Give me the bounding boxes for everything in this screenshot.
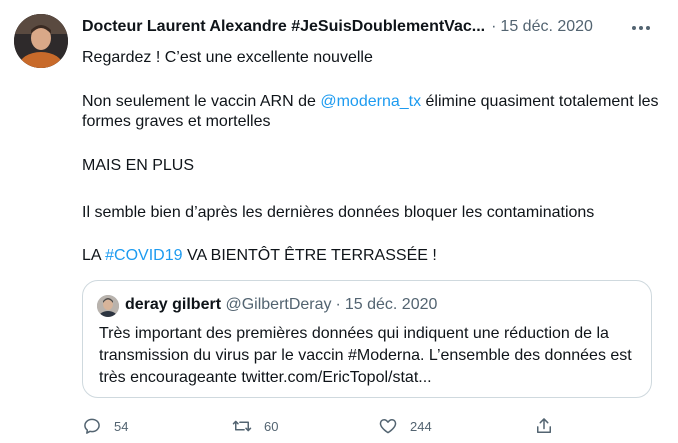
tweet-line: Regardez ! C’est une excellente nouvelle	[82, 49, 373, 66]
author-name[interactable]: Docteur Laurent Alexandre #JeSuisDoublem…	[82, 18, 485, 35]
like-button[interactable]: 244	[378, 414, 432, 438]
tweet-header: Docteur Laurent Alexandre #JeSuisDoublem…	[82, 18, 662, 42]
reply-button[interactable]: 54	[82, 414, 128, 438]
share-icon	[537, 418, 551, 433]
quoted-author-handle: @GilbertDeray	[225, 296, 332, 313]
more-icon[interactable]	[626, 16, 656, 40]
author-avatar[interactable]	[14, 14, 68, 68]
tweet-text-segment: LA	[82, 247, 106, 264]
quoted-author-avatar	[97, 295, 119, 317]
retweet-button[interactable]: 60	[232, 414, 278, 438]
tweet-line: MAIS EN PLUS	[82, 157, 195, 174]
quoted-tweet-header: deray gilbert @GilbertDeray · 15 déc. 2020	[125, 296, 437, 314]
tweet-date[interactable]: 15 déc. 2020	[500, 18, 593, 35]
quoted-tweet[interactable]: deray gilbert @GilbertDeray · 15 déc. 2020…	[82, 280, 652, 398]
tweet-line: Il semble bien d’après les dernières don…	[82, 204, 595, 221]
mention-link[interactable]: @moderna_tx	[320, 93, 421, 110]
retweet-count: 60	[264, 418, 279, 434]
retweet-icon	[232, 420, 252, 432]
quoted-tweet-date: 15 déc. 2020	[344, 296, 438, 313]
reply-icon	[84, 418, 100, 434]
avatar-image	[14, 14, 68, 68]
tweet-text-segment: Non seulement le vaccin ARN de	[82, 93, 321, 110]
quoted-author-name: deray gilbert	[125, 296, 222, 313]
tweet[interactable]: Docteur Laurent Alexandre #JeSuisDoublem…	[0, 0, 678, 443]
quoted-avatar-image	[97, 295, 119, 317]
tweet-text-segment: VA BIENTÔT ÊTRE TERRASSÉE !	[182, 247, 437, 264]
quoted-separator: ·	[335, 296, 341, 313]
hashtag-link[interactable]: #COVID19	[105, 247, 182, 264]
header-separator: ·	[491, 18, 497, 35]
quoted-tweet-text: Très important des premières données qui…	[99, 325, 632, 386]
share-button[interactable]	[534, 414, 554, 438]
tweet-line: Non seulement le vaccin ARN de @moderna_…	[82, 92, 662, 132]
like-count: 244	[410, 418, 432, 434]
tweet-actions: 54 60 244	[82, 414, 642, 438]
reply-count: 54	[114, 418, 129, 434]
tweet-line: LA #COVID19 VA BIENTÔT ÊTRE TERRASSÉE !	[82, 246, 437, 266]
heart-icon	[379, 419, 397, 434]
